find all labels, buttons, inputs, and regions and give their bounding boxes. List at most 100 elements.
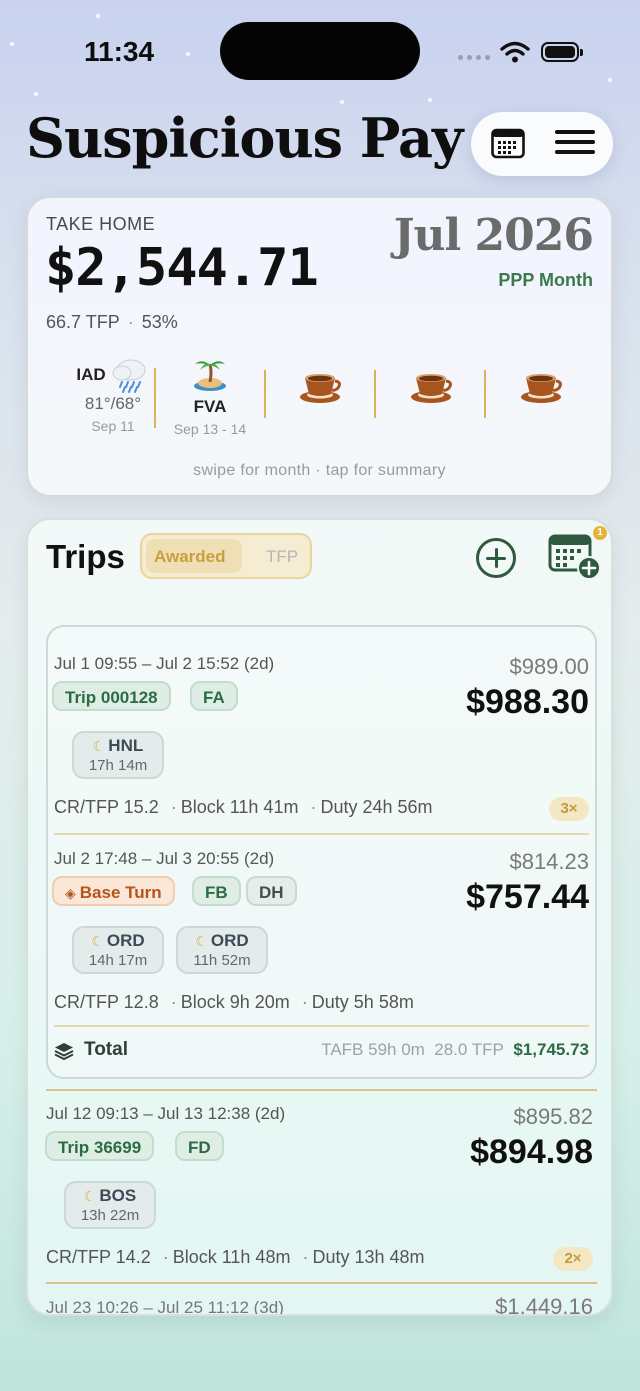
- sparkle: [340, 100, 344, 104]
- divider: [154, 368, 156, 428]
- trip-row[interactable]: Jul 23 10:26 – Jul 25 11:12 (3d) $1,449.…: [28, 1292, 611, 1314]
- crtfp: CR/TFP 12.8: [54, 992, 159, 1012]
- coffee-cup-icon[interactable]: [298, 370, 342, 404]
- total-row: Total TAFB 59h 0m 28.0 TFP $1,745.73: [48, 1027, 595, 1075]
- layover-code: BOS: [99, 1186, 137, 1205]
- divider: [46, 1089, 597, 1091]
- rain-cloud-icon: [112, 359, 146, 393]
- trip-number-chip[interactable]: Trip 36699: [45, 1131, 155, 1161]
- add-trip-button[interactable]: [476, 538, 516, 578]
- coffee-cup-icon[interactable]: [519, 370, 563, 404]
- battery-icon: [541, 42, 583, 62]
- calendar-icon[interactable]: [491, 127, 525, 159]
- separator: ·: [170, 992, 177, 1012]
- day-date: Sep 11: [91, 418, 135, 434]
- trip-previous-pay: $989.00: [509, 654, 589, 679]
- layover-code: ORD: [210, 931, 249, 950]
- duty-time: Duty 13h 48m: [312, 1247, 425, 1267]
- segment-tfp[interactable]: TFP: [266, 547, 298, 567]
- stack-icon: [54, 1043, 74, 1061]
- cellular-signal-icon: [458, 55, 490, 60]
- layover-chip[interactable]: ☾ HNL 17h 14m: [72, 731, 164, 779]
- segment-awarded[interactable]: Awarded: [154, 547, 226, 567]
- divider: [484, 370, 486, 418]
- trip-dates: Jul 1 09:55 – Jul 2 15:52 (2d): [54, 654, 275, 673]
- position-chip[interactable]: FD: [175, 1131, 224, 1161]
- trip-row[interactable]: Jul 2 17:48 – Jul 3 20:55 (2d) $814.23 $…: [48, 835, 595, 1025]
- dynamic-island: [220, 22, 420, 80]
- trip-previous-pay: $814.23: [509, 849, 589, 874]
- stack-icon: ◈: [65, 885, 76, 901]
- status-time: 11:34: [84, 36, 155, 67]
- day-item[interactable]: FVA Sep 13 - 14: [160, 356, 260, 437]
- trip-dates: Jul 12 09:13 – Jul 13 12:38 (2d): [46, 1104, 286, 1123]
- layover-chip[interactable]: ☾ ORD 11h 52m: [176, 926, 268, 974]
- layover-chip[interactable]: ☾ BOS 13h 22m: [64, 1181, 156, 1229]
- chip-label: Base Turn: [79, 883, 162, 902]
- take-home-card[interactable]: TAKE HOME $2,544.71 66.7 TFP · 53% Jul 202…: [26, 196, 613, 497]
- position-chip[interactable]: FA: [190, 681, 238, 711]
- trip-pay: $988.30: [466, 683, 589, 721]
- separator: ·: [310, 797, 317, 817]
- airport-code: FVA: [193, 397, 227, 416]
- calendar-add-icon[interactable]: [548, 532, 602, 580]
- trip-group[interactable]: Jul 1 09:55 – Jul 2 15:52 (2d) $989.00 $…: [46, 625, 597, 1079]
- page-title: Suspicious Pay: [26, 106, 463, 170]
- layover-code: ORD: [106, 931, 145, 950]
- trips-title: Trips: [46, 538, 125, 575]
- block-time: Block 11h 41m: [180, 797, 299, 817]
- sparkle: [34, 92, 38, 96]
- layover-time: 13h 22m: [80, 1207, 140, 1224]
- month-subtitle: PPP Month: [498, 270, 593, 290]
- trip-stats: CR/TFP 12.8 · Block 9h 20m · Duty 5h 58m: [54, 992, 414, 1013]
- take-home-amount: $2,544.71: [45, 238, 319, 298]
- total-meta: TAFB 59h 0m 28.0 TFP $1,745.73: [321, 1040, 589, 1060]
- trip-row[interactable]: Jul 1 09:55 – Jul 2 15:52 (2d) $989.00 $…: [48, 627, 595, 832]
- crtfp: CR/TFP 14.2: [46, 1247, 151, 1267]
- swipe-hint: swipe for month · tap for summary: [193, 462, 446, 479]
- trip-row[interactable]: Jul 12 09:13 – Jul 13 12:38 (2d) $895.82…: [28, 1092, 611, 1282]
- moon-icon: ☾: [83, 1188, 97, 1204]
- moon-icon: ☾: [91, 933, 104, 949]
- sparkle: [186, 52, 190, 56]
- layover-time: 17h 14m: [88, 757, 148, 774]
- day-item[interactable]: IAD 81°/68° Sep 11: [58, 356, 168, 434]
- palm-island-icon: [194, 361, 226, 391]
- position-chip[interactable]: FB: [192, 876, 241, 906]
- deadhead-chip[interactable]: DH: [246, 876, 297, 906]
- trip-number-chip[interactable]: Trip 000128: [52, 681, 171, 711]
- awarded-tfp-toggle[interactable]: Awarded TFP: [140, 533, 312, 579]
- divider: [46, 1282, 597, 1284]
- trips-card: Trips Awarded TFP 1 Jul 1 09:55 – Jul 2 …: [26, 518, 613, 1316]
- sparkle: [96, 14, 100, 18]
- separator: ·: [127, 312, 134, 332]
- layover-time: 14h 17m: [88, 952, 148, 969]
- weather-temp: 81°/68°: [84, 394, 142, 413]
- trip-pay: $757.44: [466, 878, 589, 916]
- sparkle: [428, 98, 432, 102]
- base-turn-chip[interactable]: ◈ Base Turn: [52, 876, 175, 906]
- day-date: Sep 13 - 14: [173, 421, 247, 437]
- coffee-cup-icon[interactable]: [409, 370, 453, 404]
- total-tfp: 28.0 TFP: [434, 1040, 504, 1059]
- moon-icon: ☾: [92, 738, 106, 754]
- layover-time: 11h 52m: [193, 952, 251, 969]
- duty-time: Duty 5h 58m: [311, 992, 414, 1012]
- tfp-summary: 66.7 TFP · 53%: [46, 312, 178, 333]
- separator: ·: [301, 992, 308, 1012]
- crtfp: CR/TFP 15.2: [54, 797, 159, 817]
- multiplier-badge: 2×: [553, 1247, 593, 1271]
- menu-icon[interactable]: [555, 130, 595, 158]
- layover-chip[interactable]: ☾ ORD 14h 17m: [72, 926, 164, 974]
- layover-code: HNL: [108, 736, 144, 755]
- month-title: Jul 2026: [393, 210, 594, 261]
- wifi-icon: [500, 41, 530, 63]
- header-actions: [471, 112, 613, 176]
- days-strip[interactable]: IAD 81°/68° Sep 11 FVA Sep 13 - 14: [28, 356, 615, 446]
- trip-stats: CR/TFP 14.2 · Block 11h 48m · Duty 13h 48m: [46, 1247, 425, 1268]
- divider: [374, 370, 376, 418]
- trip-stats: CR/TFP 15.2 · Block 11h 41m · Duty 24h 56m: [54, 797, 433, 818]
- total-tafb: TAFB 59h 0m: [321, 1040, 425, 1059]
- separator: ·: [170, 797, 177, 817]
- separator: ·: [302, 1247, 309, 1267]
